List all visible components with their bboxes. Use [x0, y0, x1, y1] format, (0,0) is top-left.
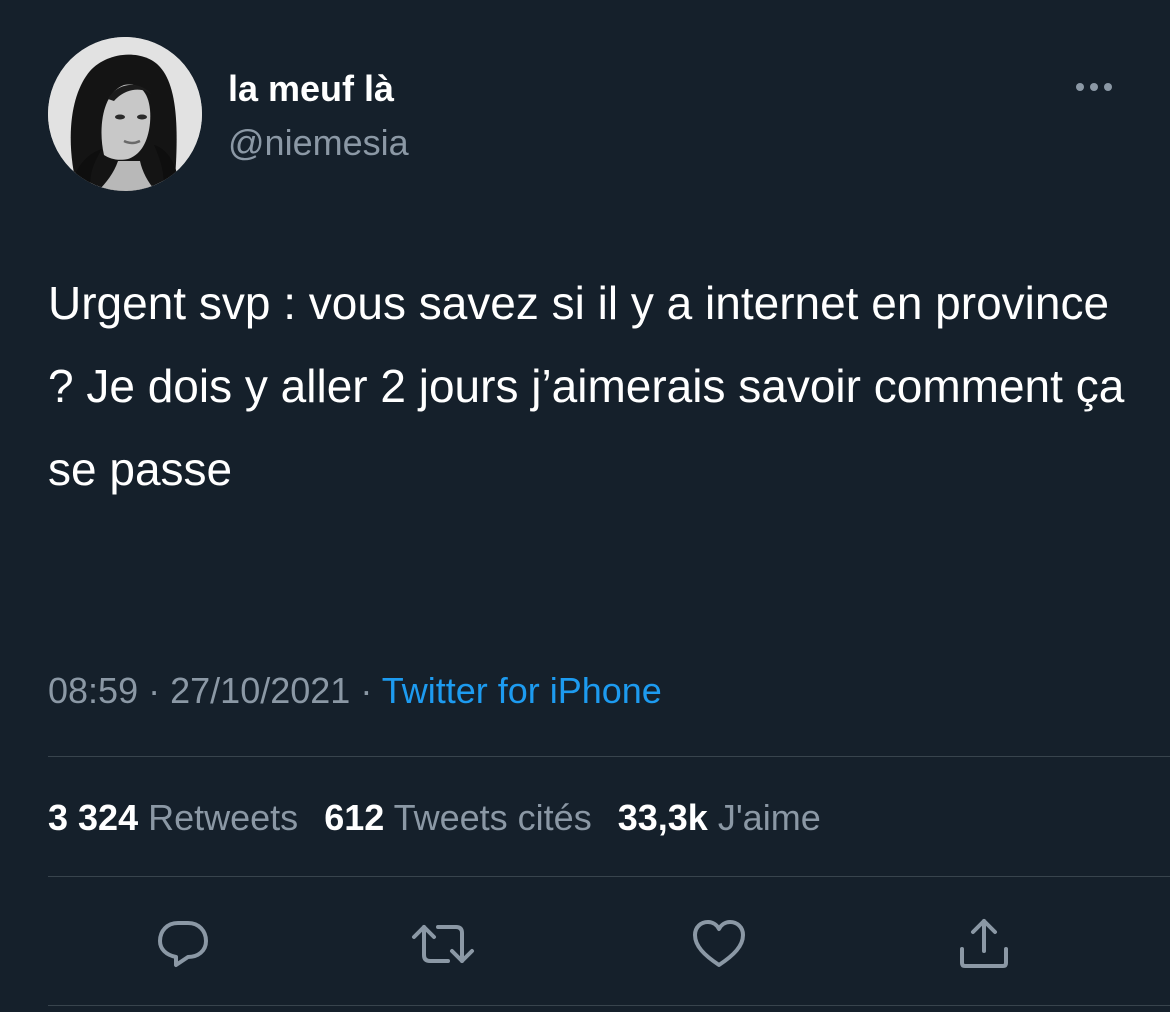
tweet-source-link[interactable]: Twitter for iPhone — [382, 670, 662, 711]
tweet-detail: la meuf là @niemesia Urgent svp : vous s… — [0, 0, 1170, 1012]
divider — [48, 1005, 1170, 1006]
tweet-text: Urgent svp : vous savez si il y a intern… — [48, 277, 1125, 495]
heart-icon — [693, 920, 745, 967]
retweet-button[interactable] — [412, 915, 474, 973]
share-icon — [960, 919, 1008, 968]
share-button[interactable] — [955, 915, 1013, 973]
meta-separator: · — [148, 670, 161, 711]
quotes-stat[interactable]: 612 Tweets cités — [324, 797, 592, 838]
meta-separator: · — [360, 670, 373, 711]
avatar[interactable] — [48, 37, 202, 191]
profile-photo — [48, 37, 202, 191]
reply-icon — [158, 921, 208, 967]
retweets-count: 3 324 — [48, 797, 139, 838]
author-display-name[interactable]: la meuf là — [228, 66, 394, 112]
retweet-icon — [412, 925, 474, 963]
author-handle[interactable]: @niemesia — [228, 120, 409, 166]
retweets-label: Retweets — [148, 797, 299, 838]
retweets-stat[interactable]: 3 324 Retweets — [48, 797, 298, 838]
like-button[interactable] — [690, 915, 748, 973]
quotes-label: Tweets cités — [393, 797, 592, 838]
divider — [48, 756, 1170, 757]
quotes-count: 612 — [324, 797, 385, 838]
more-horizontal-icon — [1076, 83, 1112, 91]
likes-stat[interactable]: 33,3k J'aime — [618, 797, 821, 838]
tweet-stats: 3 324 Retweets 612 Tweets cités 33,3k J'ai… — [48, 795, 821, 841]
likes-label: J'aime — [717, 797, 821, 838]
reply-button[interactable] — [154, 915, 212, 973]
tweet-date: 27/10/2021 — [170, 670, 351, 711]
more-options-button[interactable] — [1070, 74, 1118, 100]
tweet-meta: 08:59 · 27/10/2021 · Twitter for iPhone — [48, 668, 662, 714]
tweet-time: 08:59 — [48, 670, 139, 711]
likes-count: 33,3k — [617, 797, 708, 838]
divider — [48, 876, 1170, 877]
